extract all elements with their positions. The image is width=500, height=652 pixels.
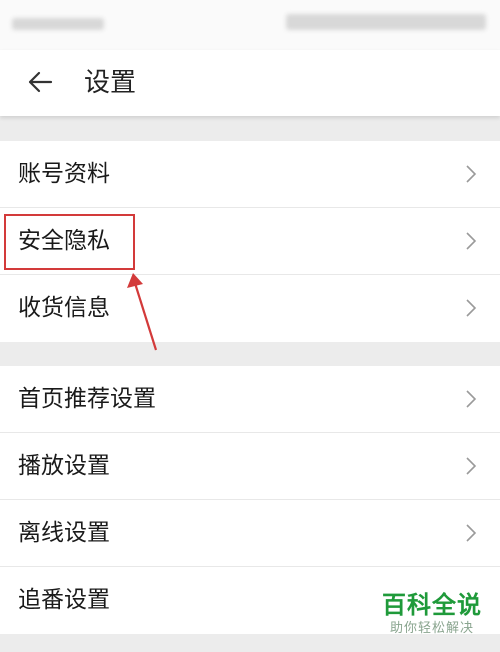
chevron-right-icon [466, 390, 477, 408]
settings-item-label: 收货信息 [18, 295, 110, 321]
chevron-right-icon [466, 457, 477, 475]
back-button[interactable] [20, 64, 60, 100]
status-bar-right-blurred [286, 14, 486, 30]
chevron-right-icon [466, 232, 477, 250]
page-title: 设置 [84, 68, 137, 98]
settings-item-shipping-info[interactable]: 收货信息 [0, 275, 500, 342]
settings-item-label: 播放设置 [18, 453, 110, 479]
status-bar-left-blurred [12, 18, 104, 30]
settings-item-label: 首页推荐设置 [18, 386, 156, 412]
watermark-title: 百科全说 [382, 591, 482, 619]
annotation-arrow-icon [127, 273, 158, 351]
settings-item-label: 离线设置 [18, 520, 110, 546]
settings-item-home-recommend[interactable]: 首页推荐设置 [0, 366, 500, 433]
app-header: 设置 [0, 50, 500, 116]
status-bar [0, 0, 500, 50]
chevron-right-icon [466, 299, 477, 317]
arrow-left-icon [28, 71, 53, 93]
settings-item-playback[interactable]: 播放设置 [0, 433, 500, 500]
watermark-subtitle: 助你轻松解决 [389, 621, 474, 636]
settings-item-label: 账号资料 [18, 161, 110, 187]
watermark: 百科全说 助你轻松解决 [372, 590, 492, 646]
settings-item-account-info[interactable]: 账号资料 [0, 141, 500, 208]
highlight-box [4, 214, 135, 270]
settings-item-offline[interactable]: 离线设置 [0, 500, 500, 567]
chevron-right-icon [466, 524, 477, 542]
chevron-right-icon [466, 165, 477, 183]
settings-item-label: 追番设置 [18, 587, 110, 613]
